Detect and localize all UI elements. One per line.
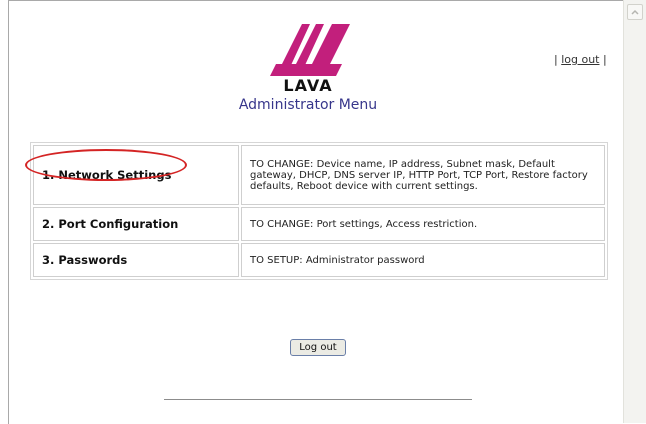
network-settings-link[interactable]: 1. Network Settings xyxy=(42,168,171,182)
menu-item-port-configuration[interactable]: 2. Port Configuration xyxy=(33,207,239,241)
menu-row-passwords: 3. Passwords TO SETUP: Administrator pas… xyxy=(33,243,605,277)
top-logout-area: | log out | xyxy=(554,53,607,66)
menu-item-network-settings[interactable]: 1. Network Settings xyxy=(33,145,239,205)
footer-divider xyxy=(164,399,472,400)
network-settings-description: TO CHANGE: Device name, IP address, Subn… xyxy=(241,145,605,205)
pipe-separator-left: | xyxy=(554,53,558,66)
vertical-scrollbar[interactable] xyxy=(623,0,646,423)
menu-row-port-configuration: 2. Port Configuration TO CHANGE: Port se… xyxy=(33,207,605,241)
pipe-separator-right: | xyxy=(603,53,607,66)
admin-menu-table: 1. Network Settings TO CHANGE: Device na… xyxy=(30,142,608,280)
scroll-up-button[interactable] xyxy=(627,4,643,20)
logout-link[interactable]: log out xyxy=(561,53,599,66)
port-configuration-link[interactable]: 2. Port Configuration xyxy=(42,217,178,231)
menu-item-passwords[interactable]: 3. Passwords xyxy=(33,243,239,277)
passwords-description: TO SETUP: Administrator password xyxy=(241,243,605,277)
menu-row-network-settings: 1. Network Settings TO CHANGE: Device na… xyxy=(33,145,605,205)
port-configuration-description: TO CHANGE: Port settings, Access restric… xyxy=(241,207,605,241)
logo-wordmark: LAVA xyxy=(283,76,333,95)
page-title: Administrator Menu xyxy=(238,97,378,113)
passwords-link[interactable]: 3. Passwords xyxy=(42,253,127,267)
logout-button[interactable]: Log out xyxy=(290,339,346,356)
chevron-up-icon xyxy=(631,9,639,15)
